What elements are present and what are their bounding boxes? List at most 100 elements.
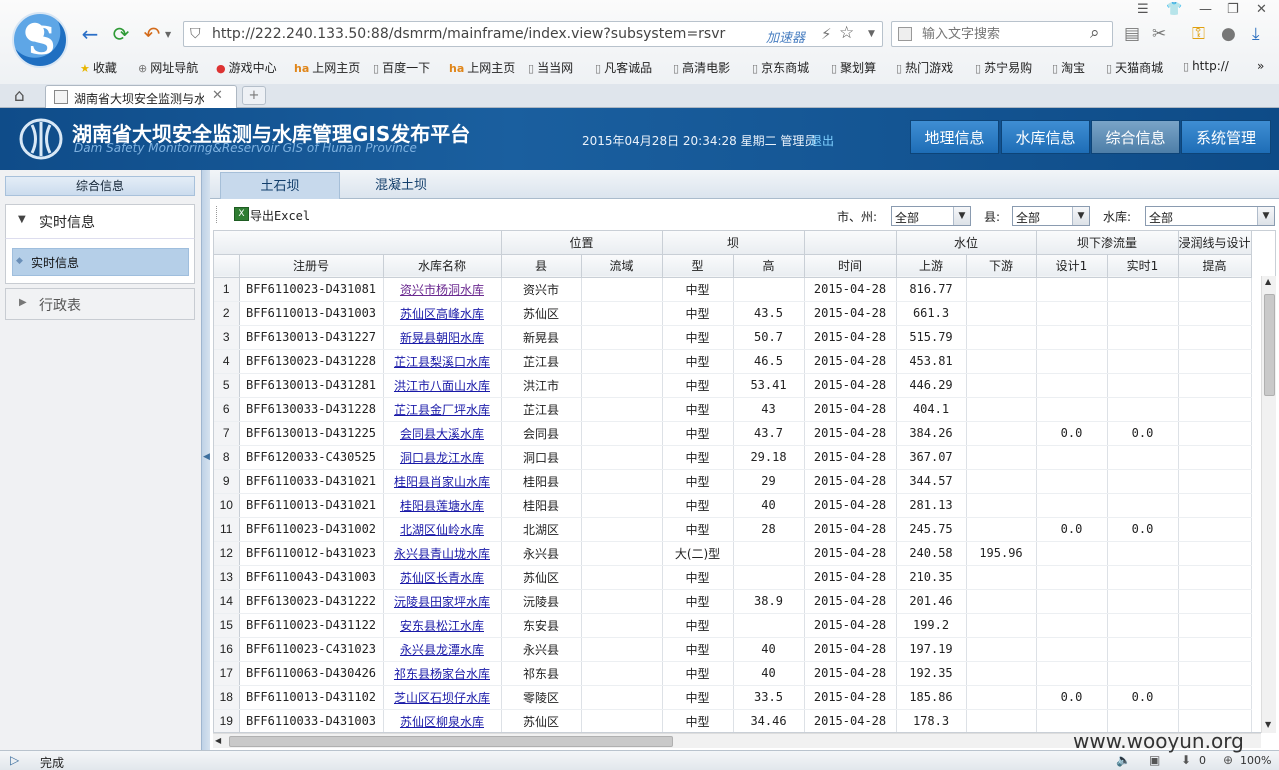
column-header[interactable]: 上游 [896,254,967,278]
export-excel-button[interactable]: 导出Excel [250,207,310,224]
bookmark-item[interactable]: ha 上网主页 [449,59,515,76]
county-select[interactable]: 全部 ▼ [1012,206,1090,226]
table-row[interactable]: 16 BFF6110023-C431023 永兴县龙潭水库 永兴县 中型 40 2015-0… [214,637,1252,662]
browser-tab[interactable]: 湖南省大坝安全监测与水 ✕ [45,85,237,108]
refresh-icon[interactable]: ⟳ [109,22,133,46]
scroll-left-icon[interactable]: ◀ [215,736,221,745]
bookmark-item[interactable]: ● 游戏中心 [216,59,277,76]
bolt-icon[interactable]: ⚡ [821,25,832,43]
reservoir-name-link[interactable]: 芷江县梨溪口水库 [394,355,490,369]
back-icon[interactable]: ← [78,22,102,46]
table-row[interactable]: 12 BFF6110012-b431023 永兴县青山垅水库 永兴县 大(二)型 2015… [214,541,1252,566]
zoom-level[interactable]: 100% [1240,754,1271,767]
table-row[interactable]: 3 BFF6130013-D431227 新晃县朝阳水库 新晃县 中型 50.7 2015-… [214,325,1252,350]
table-row[interactable]: 18 BFF6110013-D431102 芝山区石坝仔水库 零陵区 中型 33.5 201… [214,685,1252,710]
new-tab-button[interactable]: + [242,86,266,105]
close-icon[interactable]: ✕ [212,88,223,103]
reservoir-name-link[interactable]: 祁东县杨家台水库 [394,667,490,681]
speaker-icon[interactable]: 🔈 [1116,753,1131,767]
table-row[interactable]: 17 BFF6110063-D430426 祁东县杨家台水库 祁东县 中型 40 2015-… [214,661,1252,686]
column-header[interactable]: 实时1 [1107,254,1179,278]
accordion-realtime-header[interactable]: ▼ 实时信息 [5,204,195,238]
column-header[interactable]: 提高 [1178,254,1252,278]
scrollbar-thumb[interactable] [1264,294,1275,396]
bookmark-item[interactable]: ▯ 聚划算 [831,59,876,76]
chevron-down-icon[interactable]: ▼ [1257,207,1274,225]
reservoir-select[interactable]: 全部 ▼ [1145,206,1275,226]
reservoir-name-link[interactable]: 苏仙区柳泉水库 [400,715,484,729]
skin-icon[interactable]: 👕 [1166,2,1182,17]
column-header[interactable]: 注册号 [239,254,384,278]
star-icon[interactable]: ☆ [839,23,854,43]
nav-reservoir-info[interactable]: 水库信息 [1001,120,1090,154]
undo-icon[interactable]: ↶ [140,22,164,46]
table-row[interactable]: 11 BFF6110023-D431002 北湖区仙岭水库 北湖区 中型 28 2015-0… [214,517,1252,542]
scissors-icon[interactable]: ✂ [1152,24,1166,44]
table-row[interactable]: 4 BFF6130023-D431228 芷江县梨溪口水库 芷江县 中型 46.5 2015… [214,349,1252,374]
reservoir-name-link[interactable]: 永兴县青山垅水库 [394,547,490,561]
address-text[interactable]: http://222.240.133.50:88/dsmrm/mainframe… [212,26,725,42]
bookmark-item[interactable]: ▯ 淘宝 [1052,59,1085,76]
reservoir-name-link[interactable]: 北湖区仙岭水库 [400,523,484,537]
sidebar-item-realtime[interactable]: ◆ 实时信息 [12,248,189,276]
table-row[interactable]: 9 BFF6110033-D431021 桂阳县肖家山水库 桂阳县 中型 29 2015-0… [214,469,1252,494]
table-row[interactable]: 6 BFF6130033-D431228 芷江县金厂坪水库 芷江县 中型 43 2015-0… [214,397,1252,422]
search-input[interactable] [922,25,1082,43]
bookmark-item[interactable]: ha 上网主页 [294,59,360,76]
reservoir-name-link[interactable]: 永兴县龙潭水库 [400,643,484,657]
logout-link[interactable]: 退出 [810,132,834,149]
column-header[interactable]: 县 [501,254,582,278]
bookmark-item[interactable]: ▯ 热门游戏 [896,59,953,76]
bookmark-more[interactable]: » [1257,59,1264,73]
column-header[interactable]: 时间 [804,254,897,278]
bookmark-item[interactable]: ▯ 当当网 [528,59,573,76]
download-icon[interactable]: ⤓ [1252,24,1260,44]
reservoir-name-link[interactable]: 桂阳县肖家山水库 [394,475,490,489]
search-icon[interactable]: ⌕ [1090,23,1100,43]
scrollbar-thumb[interactable] [229,736,673,747]
reservoir-name-link[interactable]: 沅陵县田家坪水库 [394,595,490,609]
bookmark-item[interactable]: ★ 收藏 [80,59,117,76]
column-header[interactable]: 水库名称 [383,254,502,278]
bookmark-item[interactable]: ▯ 天猫商城 [1106,59,1163,76]
excel-icon[interactable]: X [234,207,249,221]
tab-concrete-dam[interactable]: 混凝土坝 [341,172,461,199]
search-box[interactable]: ⌕ [891,21,1113,47]
undo-dropdown-icon[interactable]: ▼ [165,30,171,39]
close-icon[interactable]: ✕ [1256,2,1267,17]
address-bar[interactable]: ⛉ http://222.240.133.50:88/dsmrm/mainfra… [183,21,883,47]
column-header[interactable]: 下游 [966,254,1037,278]
reservoir-name-link[interactable]: 新晃县朝阳水库 [400,331,484,345]
reservoir-name-link[interactable]: 会同县大溪水库 [400,427,484,441]
zoom-icon[interactable]: ⊕ [1223,753,1233,767]
table-row[interactable]: 10 BFF6110013-D431021 桂阳县莲塘水库 桂阳县 中型 40 2015-0… [214,493,1252,518]
bookmark-item[interactable]: ▯ 苏宁易购 [975,59,1032,76]
reservoir-name-link[interactable]: 洪江市八面山水库 [394,379,490,393]
reservoir-name-link[interactable]: 芝山区石坝仔水库 [394,691,490,705]
chevron-down-icon[interactable]: ▼ [953,207,970,225]
column-header[interactable]: 高 [733,254,805,278]
reservoir-name-link[interactable]: 苏仙区长青水库 [400,571,484,585]
home-icon[interactable]: ⌂ [14,86,25,106]
minimize-icon[interactable]: — [1199,2,1212,17]
key-icon[interactable]: ⚿ [1192,24,1205,44]
bookmark-item[interactable]: ▯ http:// [1183,59,1229,73]
chat-icon[interactable]: ● [1221,24,1236,44]
table-row[interactable]: 7 BFF6130013-D431225 会同县大溪水库 会同县 中型 43.7 2015-… [214,421,1252,446]
accelerator-link[interactable]: 加速器 [766,27,805,46]
column-header[interactable]: 流域 [581,254,663,278]
nav-system-management[interactable]: 系统管理 [1181,120,1271,154]
scroll-down-icon[interactable]: ▼ [1265,720,1271,729]
table-row[interactable]: 5 BFF6130013-D431281 洪江市八面山水库 洪江市 中型 53.41 201… [214,373,1252,398]
reservoir-name-link[interactable]: 洞口县龙江水库 [400,451,484,465]
address-dropdown-icon[interactable]: ▼ [868,29,875,39]
nav-comprehensive-info[interactable]: 综合信息 [1091,120,1180,154]
table-row[interactable]: 14 BFF6130023-D431222 沅陵县田家坪水库 沅陵县 中型 38.9 201… [214,589,1252,614]
column-header[interactable]: 设计1 [1036,254,1108,278]
reservoir-name-link[interactable]: 安东县松江水库 [400,619,484,633]
bookmark-item[interactable]: ▯ 凡客诚品 [595,59,652,76]
reservoir-name-link[interactable]: 芷江县金厂坪水库 [394,403,490,417]
bookmark-manager-icon[interactable]: ▤ [1124,24,1140,44]
city-select[interactable]: 全部 ▼ [891,206,971,226]
display-icon[interactable]: ▣ [1149,753,1160,767]
